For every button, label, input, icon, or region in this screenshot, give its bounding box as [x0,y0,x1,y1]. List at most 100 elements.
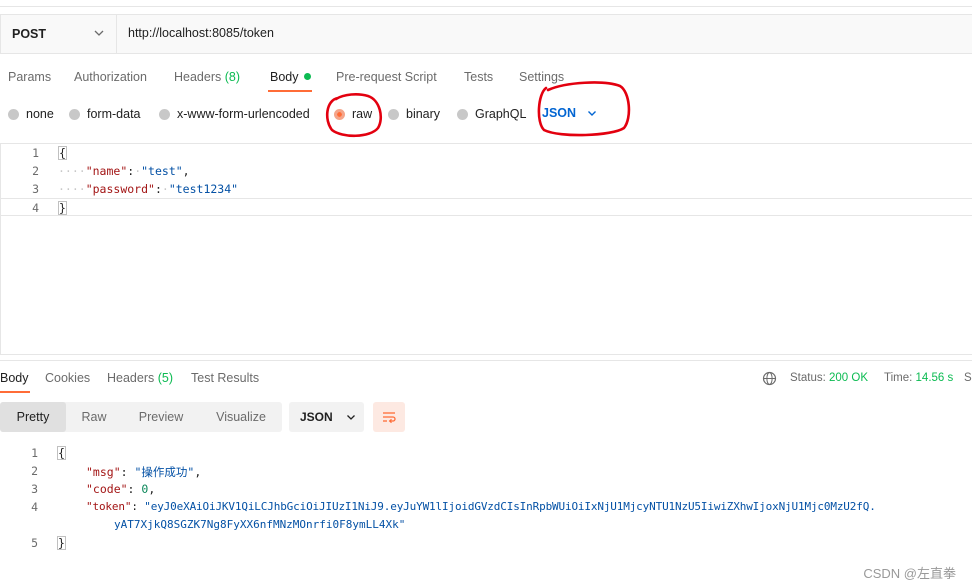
tab-body[interactable]: Body [270,70,311,84]
line-content: { [58,146,67,160]
brace: { [57,446,66,460]
radio-raw[interactable]: raw [334,106,372,122]
response-headers-count: (5) [157,371,174,385]
response-format-label: JSON [300,410,333,424]
json-number: 0 [141,482,149,496]
language-label: JSON [542,106,577,120]
tab-headers[interactable]: Headers (8) [174,70,240,84]
tab-body-label: Body [270,70,299,84]
brace: { [58,146,67,160]
response-tab-test-results[interactable]: Test Results [191,371,259,385]
viewer-line: 3 "code": 0, [0,480,971,498]
viewer-line: 1 { [0,444,971,462]
language-select[interactable]: JSON [542,106,598,120]
tab-params[interactable]: Params [8,70,51,84]
radio-form-data[interactable]: form-data [69,106,141,122]
response-status[interactable]: Status: 200 OK [790,372,868,384]
response-format-select[interactable]: JSON [289,402,364,432]
indent-dots: ···· [58,164,86,178]
line-content: { [57,446,66,460]
tab-headers-label: Headers [174,70,222,84]
request-body-editor[interactable]: 1 { 2 ····"name":·"test", 3 ····"passwor… [0,143,972,355]
response-tab-cookies[interactable]: Cookies [45,371,90,385]
pane-divider[interactable] [0,360,972,361]
line-number: 5 [31,536,38,550]
radio-none[interactable]: none [8,106,54,122]
radio-circle-selected [334,108,345,120]
editor-line: 3 ····"password":·"test1234" [1,180,972,198]
indent-dots: ···· [58,182,86,196]
radio-graphql[interactable]: GraphQL [457,106,526,122]
json-key: "password" [85,182,155,196]
line-content: } [58,201,67,215]
line-content: } [57,536,66,550]
line-content: "msg": "操作成功", [86,465,202,479]
json-string: "eyJ0eXAiOiJKV1QiLCJhbGciOiJIUzI1NiJ9.ey… [144,500,876,513]
line-content: ····"password":·"test1234" [58,182,239,196]
radio-binary[interactable]: binary [388,106,440,122]
tab-tests[interactable]: Tests [464,70,493,84]
json-string: yAT7XjkQ8SGZK7Ng8FyXX6nfMNzMOnrfi0F8ymLL… [114,518,406,531]
line-number: 1 [32,146,39,160]
brace: } [57,536,66,550]
view-preview-button[interactable]: Preview [124,402,198,432]
line-content: "code": 0, [86,482,156,496]
response-active-tab-underline [0,391,30,393]
body-indicator-dot [303,73,311,80]
response-time[interactable]: Time: 14.56 s [884,372,953,384]
time-value: 14.56 s [915,372,954,384]
line-number: 2 [31,464,38,478]
tab-settings[interactable]: Settings [519,70,564,84]
editor-line-current: 4 } [1,198,972,216]
radio-circle [69,108,80,120]
response-tab-headers[interactable]: Headers (5) [107,371,173,385]
json-string: "test" [141,164,183,178]
response-size-cut[interactable]: S [964,372,972,384]
view-pretty-button[interactable]: Pretty [0,402,66,432]
globe-icon[interactable] [762,371,777,386]
time-label: Time: [884,372,913,384]
view-raw-button[interactable]: Raw [70,402,118,432]
line-number: 3 [32,182,39,196]
response-tab-body[interactable]: Body [0,371,29,385]
request-tabs: Params Authorization Headers (8) Body Pr… [0,64,972,92]
viewer-line-wrap: yAT7XjkQ8SGZK7Ng8FyXX6nfMNzMOnrfi0F8ymLL… [0,516,971,534]
line-content: "token": "eyJ0eXAiOiJKV1QiLCJhbGciOiJIUz… [86,500,876,513]
json-key: "token" [86,500,132,513]
status-label: Status: [790,372,826,384]
method-label: POST [12,27,47,41]
url-bar: POST http://localhost:8085/token [0,14,972,54]
tab-pre-request-script[interactable]: Pre-request Script [336,70,437,84]
radio-none-label: none [26,107,54,121]
radio-urlencoded[interactable]: x-www-form-urlencoded [159,106,310,122]
json-key: "code" [86,482,128,496]
chevron-down-icon [588,111,597,116]
line-content: yAT7XjkQ8SGZK7Ng8FyXX6nfMNzMOnrfi0F8ymLL… [114,518,405,531]
radio-circle [457,108,468,120]
method-select[interactable]: POST [1,15,117,53]
radio-circle [388,108,399,120]
watermark: CSDN @左直拳 [863,566,956,581]
line-number: 2 [32,164,39,178]
wrap-lines-button[interactable] [373,402,405,432]
active-tab-underline [268,90,312,92]
radio-circle [159,108,170,120]
line-number: 3 [31,482,38,496]
view-visualize-button[interactable]: Visualize [204,402,278,432]
json-key: "msg" [86,465,121,479]
radio-form-data-label: form-data [87,107,141,121]
editor-line: 2 ····"name":·"test", [1,162,972,180]
json-string: "操作成功" [134,465,195,479]
tab-authorization[interactable]: Authorization [74,70,147,84]
status-value: 200 OK [829,372,869,384]
radio-raw-label: raw [352,107,373,121]
response-view-group: Pretty Raw Preview Visualize [0,402,282,432]
url-input[interactable]: http://localhost:8085/token [128,26,274,40]
brace: } [58,201,67,215]
headers-count: (8) [224,70,241,84]
viewer-line: 4 "token": "eyJ0eXAiOiJKV1QiLCJhbGciOiJI… [0,498,971,516]
chevron-down-icon [94,30,104,36]
editor-line: 1 { [1,144,972,162]
viewer-line: 2 "msg": "操作成功", [0,462,971,480]
chevron-down-icon [346,415,355,420]
